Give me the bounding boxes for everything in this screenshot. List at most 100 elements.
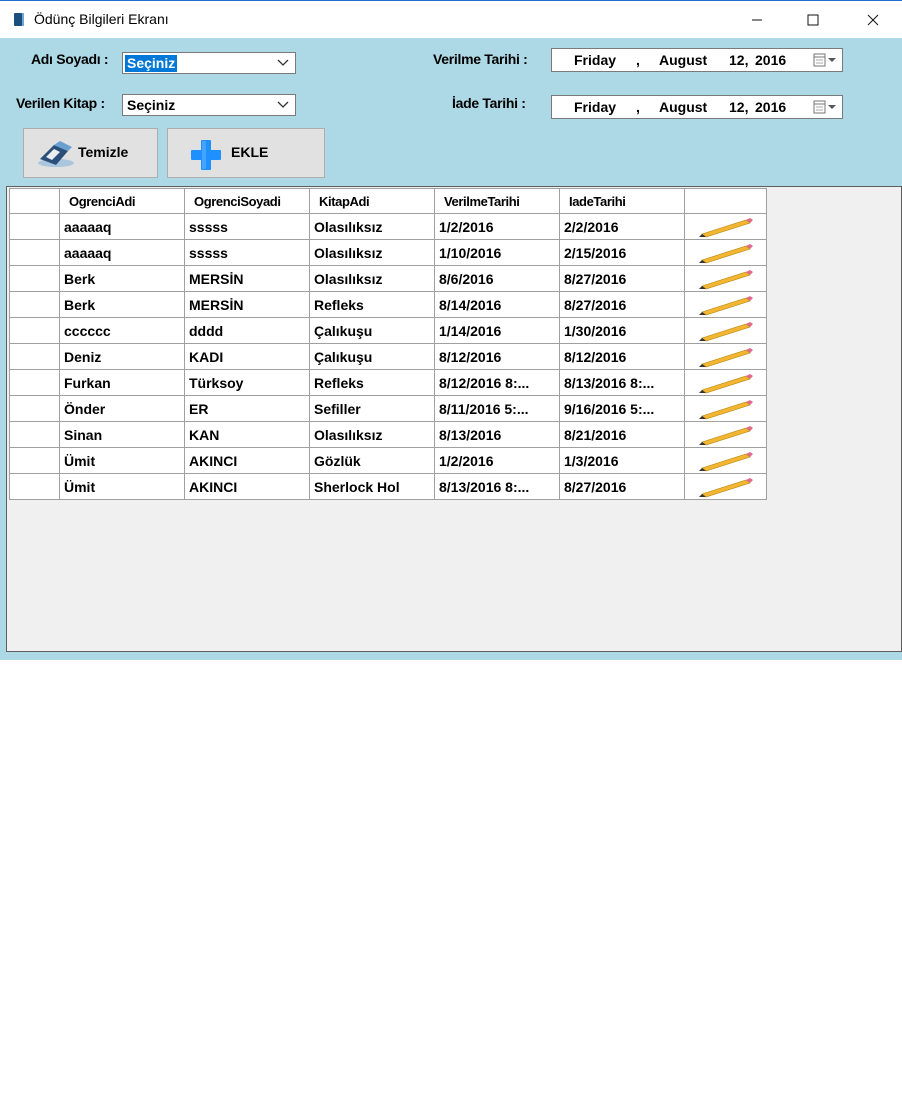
cell-iade-tarihi[interactable]: 2/15/2016 [559,239,685,266]
pencil-icon[interactable] [698,476,754,498]
cell-ogrenci-soyadi[interactable]: MERSİN [184,265,310,292]
calendar-dropdown-icon[interactable] [812,100,838,114]
row-header[interactable] [9,291,60,318]
edit-cell[interactable] [684,239,767,266]
cell-kitap-adi[interactable]: Olasılıksız [309,265,435,292]
row-header-corner[interactable] [9,188,60,214]
edit-cell[interactable] [684,317,767,344]
column-header-iade-tarihi[interactable]: IadeTarihi [559,188,685,214]
cell-ogrenci-adi[interactable]: Furkan [59,369,185,396]
cell-iade-tarihi[interactable]: 1/3/2016 [559,447,685,474]
cell-verilme-tarihi[interactable]: 8/6/2016 [434,265,560,292]
table-row[interactable]: Berk MERSİN Olasılıksız 8/6/2016 8/27/2016 [9,265,767,292]
edit-cell[interactable] [684,369,767,396]
cell-kitap-adi[interactable]: Olasılıksız [309,213,435,240]
column-header-verilme-tarihi[interactable]: VerilmeTarihi [434,188,560,214]
maximize-button[interactable] [790,1,836,39]
row-header[interactable] [9,473,60,500]
cell-kitap-adi[interactable]: Sherlock Hol [309,473,435,500]
pencil-icon[interactable] [698,372,754,394]
pencil-icon[interactable] [698,294,754,316]
edit-cell[interactable] [684,265,767,292]
table-row[interactable]: Deniz KADI Çalıkuşu 8/12/2016 8/12/2016 [9,343,767,370]
cell-ogrenci-soyadi[interactable]: ER [184,395,310,422]
edit-cell[interactable] [684,473,767,500]
odunc-datagrid[interactable]: OgrenciAdi OgrenciSoyadi KitapAdi Verilm… [6,186,902,652]
table-row[interactable]: aaaaaq sssss Olasılıksız 1/2/2016 2/2/2016 [9,213,767,240]
cell-verilme-tarihi[interactable]: 8/12/2016 [434,343,560,370]
row-header[interactable] [9,421,60,448]
verilen-kitap-combobox[interactable]: Seçiniz [122,94,296,116]
cell-ogrenci-soyadi[interactable]: KADI [184,343,310,370]
pencil-icon[interactable] [698,268,754,290]
cell-ogrenci-soyadi[interactable]: Türksoy [184,369,310,396]
pencil-icon[interactable] [698,398,754,420]
cell-ogrenci-soyadi[interactable]: KAN [184,421,310,448]
pencil-icon[interactable] [698,216,754,238]
cell-verilme-tarihi[interactable]: 8/12/2016 8:... [434,369,560,396]
cell-ogrenci-soyadi[interactable]: dddd [184,317,310,344]
cell-kitap-adi[interactable]: Çalıkuşu [309,343,435,370]
cell-verilme-tarihi[interactable]: 8/13/2016 [434,421,560,448]
edit-cell[interactable] [684,343,767,370]
cell-iade-tarihi[interactable]: 8/27/2016 [559,291,685,318]
edit-cell[interactable] [684,421,767,448]
cell-ogrenci-adi[interactable]: cccccc [59,317,185,344]
cell-kitap-adi[interactable]: Olasılıksız [309,421,435,448]
cell-ogrenci-adi[interactable]: Berk [59,265,185,292]
pencil-icon[interactable] [698,450,754,472]
cell-iade-tarihi[interactable]: 8/13/2016 8:... [559,369,685,396]
row-header[interactable] [9,265,60,292]
cell-kitap-adi[interactable]: Refleks [309,291,435,318]
pencil-icon[interactable] [698,320,754,342]
cell-ogrenci-adi[interactable]: Önder [59,395,185,422]
row-header[interactable] [9,317,60,344]
column-header-edit[interactable] [684,188,767,214]
row-header[interactable] [9,395,60,422]
calendar-dropdown-icon[interactable] [812,53,838,67]
edit-cell[interactable] [684,213,767,240]
cell-verilme-tarihi[interactable]: 1/2/2016 [434,447,560,474]
cell-iade-tarihi[interactable]: 8/12/2016 [559,343,685,370]
cell-verilme-tarihi[interactable]: 1/2/2016 [434,213,560,240]
cell-ogrenci-adi[interactable]: Ümit [59,447,185,474]
pencil-icon[interactable] [698,242,754,264]
table-row[interactable]: aaaaaq sssss Olasılıksız 1/10/2016 2/15/2016 [9,239,767,266]
cell-verilme-tarihi[interactable]: 8/11/2016 5:... [434,395,560,422]
column-header-ogrenci-soyadi[interactable]: OgrenciSoyadi [184,188,310,214]
cell-iade-tarihi[interactable]: 8/27/2016 [559,473,685,500]
cell-ogrenci-adi[interactable]: Deniz [59,343,185,370]
table-row[interactable]: Ümit AKINCI Gözlük 1/2/2016 1/3/2016 [9,447,767,474]
minimize-button[interactable] [734,1,780,39]
column-header-ogrenci-adi[interactable]: OgrenciAdi [59,188,185,214]
cell-ogrenci-soyadi[interactable]: AKINCI [184,473,310,500]
table-row[interactable]: cccccc dddd Çalıkuşu 1/14/2016 1/30/2016 [9,317,767,344]
pencil-icon[interactable] [698,424,754,446]
cell-verilme-tarihi[interactable]: 8/13/2016 8:... [434,473,560,500]
cell-ogrenci-soyadi[interactable]: sssss [184,213,310,240]
ekle-button[interactable]: EKLE [167,128,325,178]
adi-soyadi-combobox[interactable]: Seçiniz [122,52,296,74]
cell-ogrenci-adi[interactable]: Berk [59,291,185,318]
row-header[interactable] [9,213,60,240]
cell-ogrenci-soyadi[interactable]: sssss [184,239,310,266]
edit-cell[interactable] [684,291,767,318]
table-row[interactable]: Önder ER Sefiller 8/11/2016 5:... 9/16/2016 … [9,395,767,422]
cell-ogrenci-adi[interactable]: Ümit [59,473,185,500]
cell-kitap-adi[interactable]: Gözlük [309,447,435,474]
row-header[interactable] [9,447,60,474]
cell-ogrenci-adi[interactable]: aaaaaq [59,213,185,240]
table-row[interactable]: Furkan Türksoy Refleks 8/12/2016 8:... 8/13/… [9,369,767,396]
table-row[interactable]: Ümit AKINCI Sherlock Hol 8/13/2016 8:... 8/2… [9,473,767,500]
cell-verilme-tarihi[interactable]: 8/14/2016 [434,291,560,318]
cell-ogrenci-adi[interactable]: aaaaaq [59,239,185,266]
table-row[interactable]: Sinan KAN Olasılıksız 8/13/2016 8/21/2016 [9,421,767,448]
cell-verilme-tarihi[interactable]: 1/14/2016 [434,317,560,344]
cell-kitap-adi[interactable]: Sefiller [309,395,435,422]
cell-iade-tarihi[interactable]: 8/21/2016 [559,421,685,448]
cell-iade-tarihi[interactable]: 2/2/2016 [559,213,685,240]
cell-iade-tarihi[interactable]: 8/27/2016 [559,265,685,292]
edit-cell[interactable] [684,395,767,422]
pencil-icon[interactable] [698,346,754,368]
cell-iade-tarihi[interactable]: 9/16/2016 5:... [559,395,685,422]
